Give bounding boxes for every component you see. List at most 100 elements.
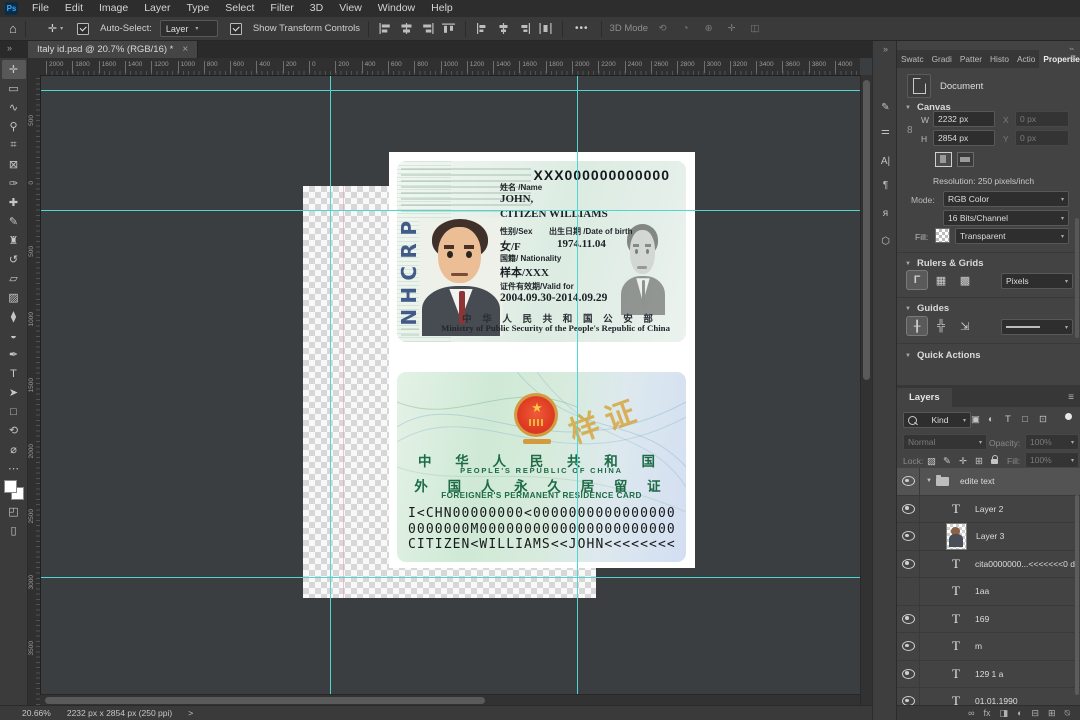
shape-tool[interactable]: □: [2, 402, 26, 421]
type-tool[interactable]: T: [2, 364, 26, 383]
menu-item-select[interactable]: Select: [217, 0, 262, 17]
layer-name[interactable]: 169: [975, 614, 989, 624]
fill-swatch[interactable]: [935, 228, 950, 243]
new-group-icon[interactable]: ⊟: [1032, 708, 1040, 718]
foreground-background-swatches[interactable]: [2, 478, 26, 502]
align-right-icon[interactable]: [419, 21, 436, 36]
layer-thumbnail[interactable]: [946, 522, 967, 550]
horizontal-guide[interactable]: [40, 90, 860, 91]
tool-presets-icon[interactable]: ⚌: [873, 126, 898, 137]
layer-name[interactable]: 129 1 a: [975, 669, 1003, 679]
auto-select-checkbox[interactable]: [77, 22, 90, 35]
adjustment-layer-icon[interactable]: ◐: [1017, 708, 1022, 718]
layer-filter-toggle[interactable]: [1065, 413, 1072, 420]
toggle-smart-guides-button[interactable]: ╬: [931, 317, 951, 335]
guide-style-dropdown[interactable]: ▾: [1001, 319, 1073, 335]
toggle-transparency-grid-button[interactable]: ▩: [955, 271, 975, 289]
foreground-color-swatch[interactable]: [3, 480, 17, 493]
healing-brush-tool[interactable]: ✚: [2, 193, 26, 212]
path-selection-tool[interactable]: ➤: [2, 383, 26, 402]
menu-item-filter[interactable]: Filter: [262, 0, 301, 17]
layer-filter-kind-dropdown[interactable]: Kind ▾: [903, 412, 971, 428]
history-brush-tool[interactable]: ↺: [2, 250, 26, 269]
status-chevron-icon[interactable]: >: [188, 708, 193, 718]
delete-layer-icon[interactable]: ⍉: [1065, 708, 1070, 718]
menu-item-view[interactable]: View: [331, 0, 370, 17]
vertical-guide[interactable]: [330, 75, 331, 705]
panel-tab-gradi[interactable]: Gradi: [928, 50, 956, 68]
horizontal-guide[interactable]: [40, 577, 860, 578]
brush-tool[interactable]: ✎: [2, 212, 26, 231]
panel-tab-actio[interactable]: Actio: [1013, 50, 1039, 68]
document-type-button[interactable]: [907, 74, 931, 98]
horizontal-guide[interactable]: [40, 210, 860, 211]
align-top-edges-icon[interactable]: [440, 21, 457, 36]
panel-tab-swatc[interactable]: Swatc: [897, 50, 928, 68]
blur-tool[interactable]: ⧫: [2, 307, 26, 326]
filter-smart-objects-icon[interactable]: ⊡: [1039, 414, 1047, 425]
layer-visibility-hidden[interactable]: [897, 578, 920, 605]
layer-name[interactable]: m: [975, 641, 982, 651]
layers-tab[interactable]: Layers: [897, 388, 952, 407]
new-layer-icon[interactable]: ⊞: [1048, 708, 1056, 718]
menu-item-window[interactable]: Window: [370, 0, 423, 17]
menu-item-file[interactable]: File: [24, 0, 57, 17]
properties-scrollbar-thumb[interactable]: [1075, 218, 1079, 338]
character-panel-icon[interactable]: A|: [873, 156, 898, 167]
dodge-tool[interactable]: ◒: [2, 326, 26, 345]
lock-image-pixels-icon[interactable]: ✎: [943, 456, 951, 467]
menu-item-edit[interactable]: Edit: [57, 0, 91, 17]
clone-stamp-tool[interactable]: ♜: [2, 231, 26, 250]
eraser-tool[interactable]: ▱: [2, 269, 26, 288]
lock-artboard-icon[interactable]: ⊞: [975, 456, 983, 467]
guides-section-header[interactable]: ▼ Guides: [905, 303, 949, 314]
menu-item-image[interactable]: Image: [91, 0, 136, 17]
menu-item-3d[interactable]: 3D: [302, 0, 331, 17]
eyedropper-tool[interactable]: ✑: [2, 174, 26, 193]
margin-guide[interactable]: [343, 186, 344, 598]
home-icon[interactable]: ⌂: [9, 21, 17, 36]
vertical-ruler[interactable]: 500 0 500 1000 1500 2000 2500 3000 3500: [28, 75, 41, 705]
layer-visibility-eye-icon[interactable]: [897, 495, 920, 522]
current-tool-chip[interactable]: ✛ ▾: [48, 22, 63, 35]
libraries-panel-icon[interactable]: ⬡: [873, 236, 898, 247]
lock-all-icon[interactable]: [991, 454, 998, 467]
more-align-options-button[interactable]: •••: [575, 23, 589, 34]
orientation-landscape-button[interactable]: [957, 152, 974, 167]
bit-depth-dropdown[interactable]: 16 Bits/Channel ▾: [943, 210, 1069, 226]
layer-visibility-eye-icon[interactable]: [897, 550, 920, 577]
toggle-guides-button[interactable]: ╂: [907, 317, 927, 335]
layer-visibility-eye-icon[interactable]: [897, 605, 920, 632]
layers-scrollbar-thumb[interactable]: [1075, 495, 1079, 695]
layer-name[interactable]: Layer 3: [976, 531, 1004, 541]
paragraph-panel-icon[interactable]: ¶: [873, 180, 898, 191]
panel-tab-patter[interactable]: Patter: [956, 50, 986, 68]
distribute-spacing-horizontal-icon[interactable]: [537, 21, 554, 36]
distribute-horizontal-centers-icon[interactable]: [495, 21, 512, 36]
layer-row-edite-text[interactable]: ▼ edite text: [897, 468, 1080, 496]
layer-row-layer-3[interactable]: Layer 3: [897, 522, 1080, 551]
layers-panel-menu-icon[interactable]: ≡: [1068, 392, 1074, 403]
color-mode-dropdown[interactable]: RGB Color ▾: [943, 191, 1069, 207]
filter-shape-layers-icon[interactable]: □: [1022, 414, 1028, 425]
quick-actions-section-header[interactable]: ▼ Quick Actions: [905, 350, 980, 361]
layer-visibility-eye-icon[interactable]: [897, 688, 920, 705]
pen-tool[interactable]: ✒: [2, 345, 26, 364]
layer-row-1aa[interactable]: T 1aa: [897, 578, 1080, 606]
quick-mask-tool[interactable]: ◰: [2, 502, 26, 521]
layer-name[interactable]: edite text: [960, 476, 995, 486]
object-selection-tool[interactable]: ⚲: [2, 117, 26, 136]
filter-type-layers-icon[interactable]: T: [1005, 414, 1011, 425]
align-center-horizontal-icon[interactable]: [398, 21, 415, 36]
layer-row-129-1-a[interactable]: T 129 1 a: [897, 660, 1080, 688]
zoom-level[interactable]: 20.66%: [22, 708, 51, 718]
edit-guides-button[interactable]: ⇲: [955, 317, 975, 335]
toggle-grid-button[interactable]: ▦: [931, 271, 951, 289]
layer-effects-icon[interactable]: fx: [984, 708, 991, 718]
show-transform-controls-checkbox[interactable]: [229, 22, 242, 35]
marquee-tool[interactable]: ▭: [2, 79, 26, 98]
move-tool[interactable]: ✛: [1, 60, 26, 79]
distribute-right-edges-icon[interactable]: [516, 21, 533, 36]
distribute-left-edges-icon[interactable]: [474, 21, 491, 36]
frame-tool[interactable]: ⊠: [2, 155, 26, 174]
